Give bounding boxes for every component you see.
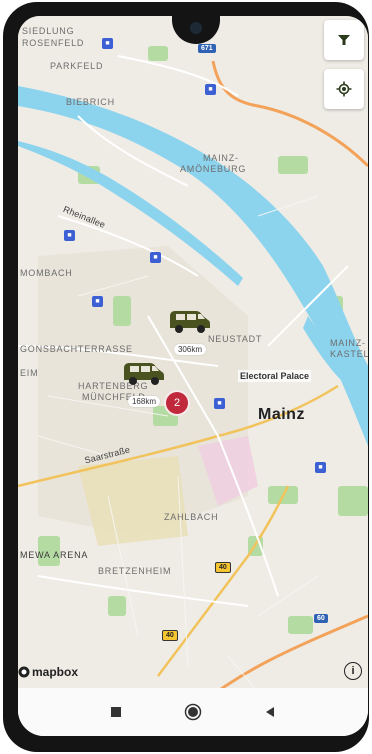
place-label: ZAHLBACH <box>164 512 219 522</box>
place-label: MEWA ARENA <box>20 550 89 560</box>
place-label: BRETZENHEIM <box>98 566 172 576</box>
my-location-icon <box>336 81 352 97</box>
poi-label[interactable]: Electoral Palace <box>238 370 312 382</box>
vehicle-marker[interactable]: 306km <box>168 308 212 357</box>
place-label: MAINZ- <box>330 338 366 348</box>
mapbox-logo[interactable]: mapbox <box>18 665 78 679</box>
road-shield: 40 <box>162 630 178 641</box>
place-label: AMÖNEBURG <box>180 164 247 174</box>
train-station-icon: ■ <box>102 38 113 49</box>
place-label: PARKFELD <box>50 61 104 71</box>
train-station-icon: ■ <box>214 398 225 409</box>
filter-icon <box>338 35 350 45</box>
front-camera <box>190 22 202 34</box>
train-station-icon: ■ <box>92 296 103 307</box>
place-label: MOMBACH <box>20 268 73 278</box>
road-shield: 40 <box>215 562 231 573</box>
place-label: KASTEL <box>330 349 368 359</box>
city-label: Mainz <box>258 406 305 423</box>
train-station-icon: ■ <box>205 84 216 95</box>
road-shield: 671 <box>198 44 216 53</box>
recents-icon[interactable] <box>110 706 122 718</box>
place-label: ROSENFELD <box>22 38 85 48</box>
place-label: EIM <box>20 368 39 378</box>
train-station-icon: ■ <box>150 252 161 263</box>
place-label: SIEDLUNG <box>22 26 75 36</box>
map-canvas[interactable] <box>18 16 368 736</box>
cluster-marker[interactable]: 2 <box>164 390 190 416</box>
place-label: GONSBACHTERRASSE <box>20 344 133 354</box>
back-icon[interactable] <box>264 706 276 718</box>
screen: SIEDLUNG ROSENFELD PARKFELD BIEBRICH MAI… <box>18 16 368 736</box>
my-location-button[interactable] <box>324 69 364 109</box>
train-station-icon: ■ <box>64 230 75 241</box>
road-shield: 60 <box>314 614 328 623</box>
vehicle-distance: 306km <box>173 344 206 355</box>
train-station-icon: ■ <box>315 462 326 473</box>
mapbox-icon <box>18 666 30 678</box>
home-icon[interactable] <box>184 703 202 721</box>
van-icon <box>170 311 210 333</box>
place-label: MAINZ- <box>203 153 239 163</box>
place-label: NEUSTADT <box>208 334 263 344</box>
system-nav-bar <box>18 688 368 736</box>
filter-button[interactable] <box>324 20 364 60</box>
van-icon <box>124 363 164 385</box>
vehicle-distance: 168km <box>127 396 160 407</box>
attribution-info-button[interactable]: i <box>344 662 362 680</box>
mapbox-wordmark: mapbox <box>32 665 79 679</box>
vehicle-marker[interactable]: 168km <box>122 360 166 409</box>
place-label: BIEBRICH <box>66 97 115 107</box>
